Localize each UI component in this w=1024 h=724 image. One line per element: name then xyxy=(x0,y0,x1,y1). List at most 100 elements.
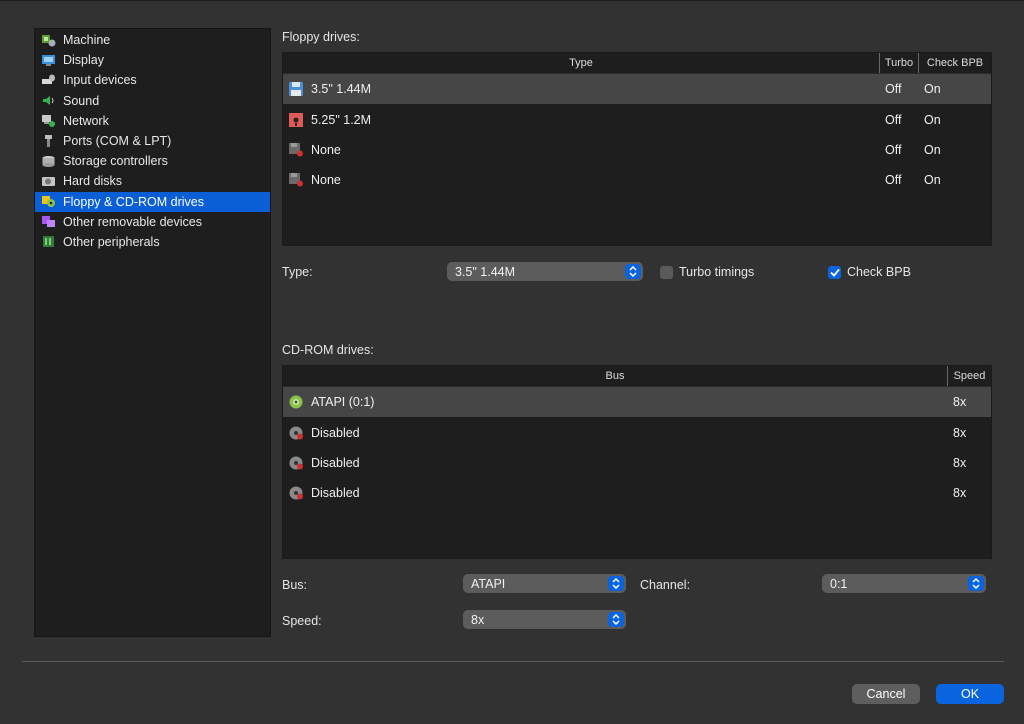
floppy-type: 5.25" 1.2M xyxy=(311,112,372,127)
machine-icon xyxy=(41,34,56,47)
cdrom-speed: 8x xyxy=(953,455,967,470)
floppy-type-select[interactable]: 3.5" 1.44M xyxy=(447,262,643,281)
sidebar-item-sound[interactable]: Sound xyxy=(35,91,270,111)
removable-devices-icon xyxy=(41,215,56,228)
cdrom-bus: Disabled xyxy=(311,425,360,440)
sidebar-item-label: Other removable devices xyxy=(63,214,202,229)
sidebar-item-label: Floppy & CD-ROM drives xyxy=(63,194,204,209)
floppy-disabled-icon xyxy=(289,142,304,157)
floppy-525-icon xyxy=(289,112,304,127)
cdrom-speed: 8x xyxy=(953,425,967,440)
floppy-type: None xyxy=(311,173,341,188)
checkmark-icon xyxy=(828,265,841,279)
floppy-row[interactable]: 3.5" 1.44M Off On xyxy=(283,74,991,105)
turbo-timings-checkbox[interactable]: Turbo timings xyxy=(660,265,754,279)
storage-controllers-icon xyxy=(41,155,56,168)
cdrom-row[interactable]: Disabled 8x xyxy=(283,478,991,508)
floppy-check-bpb: On xyxy=(924,82,941,97)
display-icon xyxy=(41,54,56,67)
cdrom-row[interactable]: Disabled 8x xyxy=(283,448,991,478)
cdrom-row[interactable]: ATAPI (0:1) 8x xyxy=(283,387,991,418)
sidebar-item-label: Storage controllers xyxy=(63,154,168,169)
cdrom-drives-table[interactable]: Bus Speed ATAPI (0:1) 8x Disabled 8x Dis… xyxy=(282,365,992,559)
peripherals-icon xyxy=(41,235,56,248)
column-header-check-bpb[interactable]: Check BPB xyxy=(918,53,991,73)
floppy-check-bpb: On xyxy=(924,173,941,188)
sidebar-item-removable-devices[interactable]: Other removable devices xyxy=(35,212,270,232)
sidebar-item-label: Ports (COM & LPT) xyxy=(63,134,172,149)
floppy-turbo: Off xyxy=(885,173,902,188)
sidebar-item-storage-controllers[interactable]: Storage controllers xyxy=(35,151,270,171)
floppy-cdrom-icon xyxy=(41,195,56,208)
cdrom-row[interactable]: Disabled 8x xyxy=(283,417,991,447)
cdrom-speed: 8x xyxy=(953,486,967,501)
column-header-speed[interactable]: Speed xyxy=(947,366,991,386)
sidebar-item-label: Machine xyxy=(63,33,111,48)
sidebar-item-label: Sound xyxy=(63,93,100,108)
checkbox-unchecked-icon xyxy=(660,265,673,279)
sidebar-item-label: Network xyxy=(63,113,109,128)
column-header-bus[interactable]: Bus xyxy=(283,366,947,386)
floppy-35-icon xyxy=(289,82,304,97)
sidebar-item-input-devices[interactable]: Input devices xyxy=(35,70,270,90)
floppy-type: 3.5" 1.44M xyxy=(311,82,372,97)
cdrom-disabled-icon xyxy=(289,426,304,440)
cdrom-disabled-icon xyxy=(289,456,304,470)
floppy-type-select-value: 3.5" 1.44M xyxy=(455,264,516,279)
chevron-updown-icon xyxy=(608,612,624,627)
sidebar-item-label: Display xyxy=(63,53,104,68)
settings-category-list[interactable]: Machine Display Input devices Sound Netw… xyxy=(34,28,271,637)
cdrom-speed: 8x xyxy=(953,395,967,410)
floppy-disabled-icon xyxy=(289,173,304,187)
sidebar-item-ports[interactable]: Ports (COM & LPT) xyxy=(35,131,270,151)
footer-divider xyxy=(22,661,1004,662)
sidebar-item-display[interactable]: Display xyxy=(35,50,270,70)
floppy-turbo: Off xyxy=(885,112,902,127)
sidebar-item-label: Input devices xyxy=(63,73,137,88)
hard-disk-icon xyxy=(41,175,56,188)
cdrom-bus-select[interactable]: ATAPI xyxy=(463,574,626,593)
cdrom-disabled-icon xyxy=(289,486,304,500)
floppy-table-header: Type Turbo Check BPB xyxy=(283,53,991,74)
floppy-row[interactable]: None Off On xyxy=(283,135,991,165)
floppy-drives-table[interactable]: Type Turbo Check BPB 3.5" 1.44M Off On 5… xyxy=(282,52,992,246)
cdrom-speed-select-value: 8x xyxy=(471,612,485,627)
sidebar-item-machine[interactable]: Machine xyxy=(35,30,270,50)
column-header-turbo[interactable]: Turbo xyxy=(879,53,918,73)
turbo-timings-label: Turbo timings xyxy=(679,265,755,279)
cdrom-speed-select[interactable]: 8x xyxy=(463,610,626,629)
cdrom-channel-label: Channel: xyxy=(640,578,691,592)
sidebar-item-hard-disks[interactable]: Hard disks xyxy=(35,171,270,191)
floppy-type: None xyxy=(311,142,341,157)
cdrom-table-header: Bus Speed xyxy=(283,366,991,387)
input-devices-icon xyxy=(41,74,56,87)
cdrom-drives-title: CD-ROM drives: xyxy=(282,343,374,357)
floppy-type-label: Type: xyxy=(282,265,313,279)
floppy-turbo: Off xyxy=(885,82,902,97)
check-bpb-checkbox[interactable]: Check BPB xyxy=(828,265,911,279)
cancel-button[interactable]: Cancel xyxy=(852,684,920,704)
column-header-type[interactable]: Type xyxy=(283,53,879,73)
cdrom-speed-label: Speed: xyxy=(282,614,322,628)
ok-button[interactable]: OK xyxy=(936,684,1004,704)
chevron-updown-icon xyxy=(608,576,624,591)
cdrom-bus-label: Bus: xyxy=(282,578,308,592)
cdrom-bus: ATAPI (0:1) xyxy=(311,395,375,410)
floppy-row[interactable]: None Off On xyxy=(283,165,991,195)
check-bpb-label: Check BPB xyxy=(847,265,911,279)
network-icon xyxy=(41,114,56,128)
floppy-drives-title: Floppy drives: xyxy=(282,30,360,44)
cdrom-bus: Disabled xyxy=(311,486,360,501)
cdrom-channel-select[interactable]: 0:1 xyxy=(822,574,986,593)
sidebar-item-network[interactable]: Network xyxy=(35,111,270,131)
sidebar-item-floppy-cdrom[interactable]: Floppy & CD-ROM drives xyxy=(35,191,270,212)
ports-icon xyxy=(41,134,56,148)
sidebar-item-label: Hard disks xyxy=(63,174,123,189)
floppy-check-bpb: On xyxy=(924,142,941,157)
floppy-turbo: Off xyxy=(885,142,902,157)
sidebar-item-other-peripherals[interactable]: Other peripherals xyxy=(35,232,270,252)
chevron-updown-icon xyxy=(625,264,641,279)
window-top-border xyxy=(0,0,1024,1)
floppy-row[interactable]: 5.25" 1.2M Off On xyxy=(283,104,991,134)
floppy-check-bpb: On xyxy=(924,112,941,127)
